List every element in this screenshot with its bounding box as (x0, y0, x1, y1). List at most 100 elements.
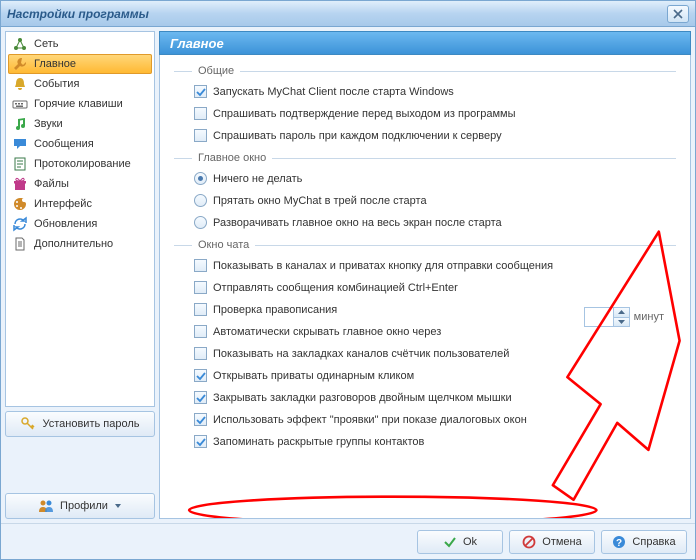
checkbox[interactable] (194, 435, 207, 448)
autohide-value[interactable] (585, 308, 613, 326)
option-do_nothing[interactable]: Ничего не делать (194, 170, 676, 187)
sidebar-item-label: Протоколирование (34, 158, 131, 170)
checkbox[interactable] (194, 85, 207, 98)
checkbox[interactable] (194, 391, 207, 404)
sidebar-item-interface[interactable]: Интерфейс (8, 194, 152, 214)
sidebar-item-label: Файлы (34, 178, 69, 190)
option-label: Проверка правописания (213, 304, 337, 316)
keyboard-icon (12, 96, 28, 112)
sidebar-item-label: Обновления (34, 218, 97, 230)
option-ask_password[interactable]: Спрашивать пароль при каждом подключении… (194, 127, 676, 144)
chat-icon (12, 136, 28, 152)
option-autostart[interactable]: Запускать MyChat Client после старта Win… (194, 83, 676, 100)
option-show_send_btn[interactable]: Показывать в каналах и приватах кнопку д… (194, 257, 676, 274)
option-hide_tray[interactable]: Прятать окно MyChat в трей после старта (194, 192, 676, 209)
option-user_count[interactable]: Показывать на закладках каналов счётчик … (194, 345, 676, 362)
profiles-button[interactable]: Профили (5, 493, 155, 519)
option-fade_effect[interactable]: Использовать эффект "проявки" при показе… (194, 411, 676, 428)
option-ctrl_enter[interactable]: Отправлять сообщения комбинацией Ctrl+En… (194, 279, 676, 296)
sidebar-item-events[interactable]: События (8, 74, 152, 94)
sidebar-item-label: Сообщения (34, 138, 94, 150)
sidebar-item-main[interactable]: Главное (8, 54, 152, 74)
option-label: Спрашивать пароль при каждом подключении… (213, 130, 502, 142)
nav-list: Сеть Главное События Горячие клавиши Звуки Со… (5, 31, 155, 407)
checkbox[interactable] (194, 347, 207, 360)
autohide-unit: минут (634, 311, 664, 323)
radio[interactable] (194, 194, 207, 207)
help-icon: ? (612, 535, 626, 549)
close-button[interactable] (667, 5, 689, 23)
group-header: Главное окно (174, 152, 676, 164)
option-maximize[interactable]: Разворачивать главное окно на весь экран… (194, 214, 676, 231)
group-header: Окно чата (174, 239, 676, 251)
checkbox[interactable] (194, 259, 207, 272)
people-icon (38, 498, 54, 514)
bell-icon (12, 76, 28, 92)
sidebar-item-label: Звуки (34, 118, 63, 130)
sidebar-item-messages[interactable]: Сообщения (8, 134, 152, 154)
content: Общие Запускать MyChat Client после стар… (159, 55, 691, 519)
help-label: Справка (632, 536, 675, 548)
sidebar-item-label: Горячие клавиши (34, 98, 123, 110)
checkbox[interactable] (194, 281, 207, 294)
group-title: Главное окно (192, 152, 272, 164)
sidebar-item-updates[interactable]: Обновления (8, 214, 152, 234)
autohide-spinner-row: минут (584, 307, 664, 327)
check-icon (443, 535, 457, 549)
option-label: Ничего не делать (213, 173, 302, 185)
section-header: Главное (159, 31, 691, 55)
main-panel: Главное Общие Запускать MyChat Client по… (159, 31, 691, 519)
group-header: Общие (174, 65, 676, 77)
sidebar-item-hotkeys[interactable]: Горячие клавиши (8, 94, 152, 114)
body: Сеть Главное События Горячие клавиши Звуки Со… (1, 27, 695, 523)
ok-button[interactable]: Ok (417, 530, 503, 554)
checkbox[interactable] (194, 369, 207, 382)
sidebar-item-sounds[interactable]: Звуки (8, 114, 152, 134)
sidebar-item-network[interactable]: Сеть (8, 34, 152, 54)
ok-label: Ok (463, 536, 477, 548)
option-label: Запускать MyChat Client после старта Win… (213, 86, 454, 98)
group-main-window: Главное окно Ничего не делать Прятать окн… (174, 152, 676, 231)
set-password-button[interactable]: Установить пароль (5, 411, 155, 437)
radio[interactable] (194, 172, 207, 185)
sidebar-item-label: Дополнительно (34, 238, 113, 250)
group-title: Окно чата (192, 239, 255, 251)
sidebar-item-label: События (34, 78, 79, 90)
option-remember_groups[interactable]: Запоминать раскрытые группы контактов (194, 433, 676, 450)
option-dbl_close[interactable]: Закрывать закладки разговоров двойным ще… (194, 389, 676, 406)
network-icon (12, 36, 28, 52)
sidebar-item-files[interactable]: Файлы (8, 174, 152, 194)
option-label: Спрашивать подтверждение перед выходом и… (213, 108, 515, 120)
cancel-button[interactable]: Отмена (509, 530, 595, 554)
gift-icon (12, 176, 28, 192)
log-icon (12, 156, 28, 172)
option-label: Закрывать закладки разговоров двойным ще… (213, 392, 512, 404)
dropdown-icon (114, 502, 122, 510)
checkbox[interactable] (194, 303, 207, 316)
option-label: Открывать приваты одинарным кликом (213, 370, 414, 382)
wrench-icon (12, 56, 28, 72)
radio[interactable] (194, 216, 207, 229)
help-button[interactable]: ? Справка (601, 530, 687, 554)
section-title: Главное (170, 36, 224, 51)
option-label: Показывать в каналах и приватах кнопку д… (213, 260, 553, 272)
spin-up-button[interactable] (614, 308, 629, 318)
checkbox[interactable] (194, 325, 207, 338)
autohide-spinner[interactable] (584, 307, 630, 327)
checkbox[interactable] (194, 413, 207, 426)
spin-down-button[interactable] (614, 318, 629, 327)
checkbox[interactable] (194, 129, 207, 142)
profiles-label: Профили (60, 500, 108, 512)
option-label: Автоматически скрывать главное окно чере… (213, 326, 441, 338)
music-icon (12, 116, 28, 132)
sidebar-item-label: Интерфейс (34, 198, 92, 210)
settings-window: Настройки программы Сеть Главное События Го… (0, 0, 696, 560)
sidebar-item-label: Главное (34, 58, 76, 70)
checkbox[interactable] (194, 107, 207, 120)
cancel-icon (522, 535, 536, 549)
sidebar-item-advanced[interactable]: Дополнительно (8, 234, 152, 254)
window-title: Настройки программы (7, 7, 667, 21)
option-single_click[interactable]: Открывать приваты одинарным кликом (194, 367, 676, 384)
option-confirm_exit[interactable]: Спрашивать подтверждение перед выходом и… (194, 105, 676, 122)
sidebar-item-logging[interactable]: Протоколирование (8, 154, 152, 174)
